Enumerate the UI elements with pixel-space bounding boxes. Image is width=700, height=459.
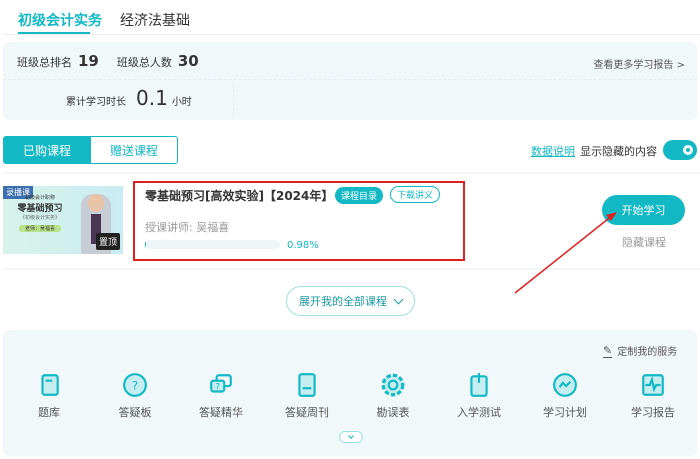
expand-services-button[interactable] [339,431,363,443]
service-label: 题库 [38,406,60,419]
test-doc-icon [470,373,488,397]
service-gear[interactable]: 勘误表 [363,372,423,420]
service-chat-question[interactable]: ? 答疑精华 [191,372,251,420]
service-label: 学习计划 [543,406,587,419]
chat-question-icon: ? [210,374,232,393]
report-chart-icon [642,374,664,396]
expand-all-courses-button[interactable]: 展开我的全部课程 [286,286,415,316]
service-plan-circle[interactable]: 学习计划 [535,372,595,420]
service-test-doc[interactable]: 入学测试 [449,372,509,420]
svg-text:?: ? [215,382,220,392]
edit-icon: ✎ [603,343,613,358]
scroll-icon [41,374,59,396]
plan-circle-icon [553,373,577,397]
svg-text:?: ? [132,378,138,392]
chevron-down-icon [393,294,404,304]
service-label: 学习报告 [631,406,675,419]
service-label: 答疑板 [118,406,152,419]
service-label: 答疑精华 [199,406,243,419]
service-report-chart[interactable]: 学习报告 [623,372,683,420]
service-book[interactable]: 答疑周刊 [277,372,337,420]
gear-icon [381,373,405,397]
service-scroll[interactable]: 题库 [19,372,79,420]
question-bubble-icon: ? [123,373,147,397]
customize-services-link[interactable]: ✎ 定制我的服务 [603,343,677,358]
service-question-bubble[interactable]: ? 答疑板 [105,372,165,420]
service-label: 答疑周刊 [285,406,329,419]
service-label: 勘误表 [376,406,410,419]
service-label: 入学测试 [457,406,501,419]
book-icon [298,373,316,397]
